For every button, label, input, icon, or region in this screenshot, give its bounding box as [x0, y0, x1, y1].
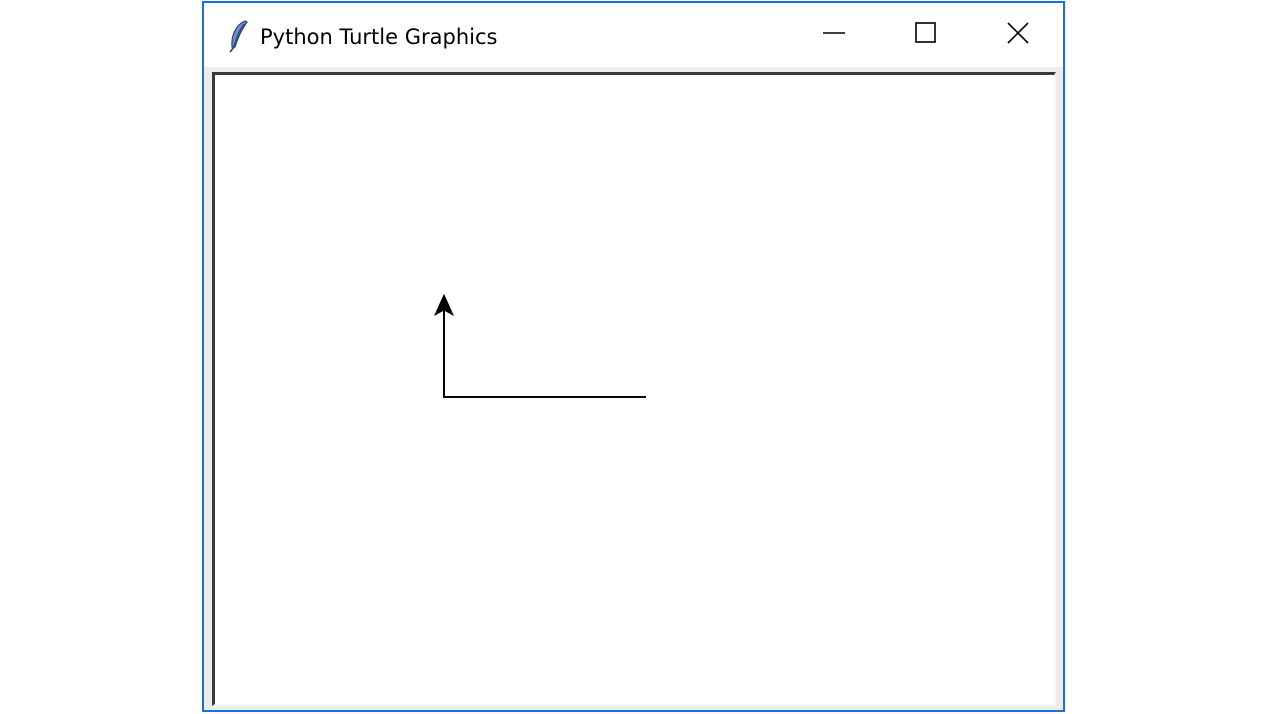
close-button[interactable] [972, 3, 1064, 67]
minimize-button[interactable] [788, 3, 880, 67]
turtle-canvas[interactable] [212, 72, 1056, 706]
maximize-icon [914, 21, 938, 49]
feather-icon [226, 19, 250, 53]
title-bar[interactable]: Python Turtle Graphics [204, 3, 1063, 67]
minimize-icon [822, 21, 846, 49]
turtle-window: Python Turtle Graphics [202, 1, 1065, 712]
close-icon [1006, 21, 1030, 49]
maximize-button[interactable] [880, 3, 972, 67]
turtle-path [443, 309, 646, 398]
window-title: Python Turtle Graphics [260, 25, 498, 49]
window-client-area [204, 67, 1063, 710]
canvas-drawing [433, 293, 646, 398]
